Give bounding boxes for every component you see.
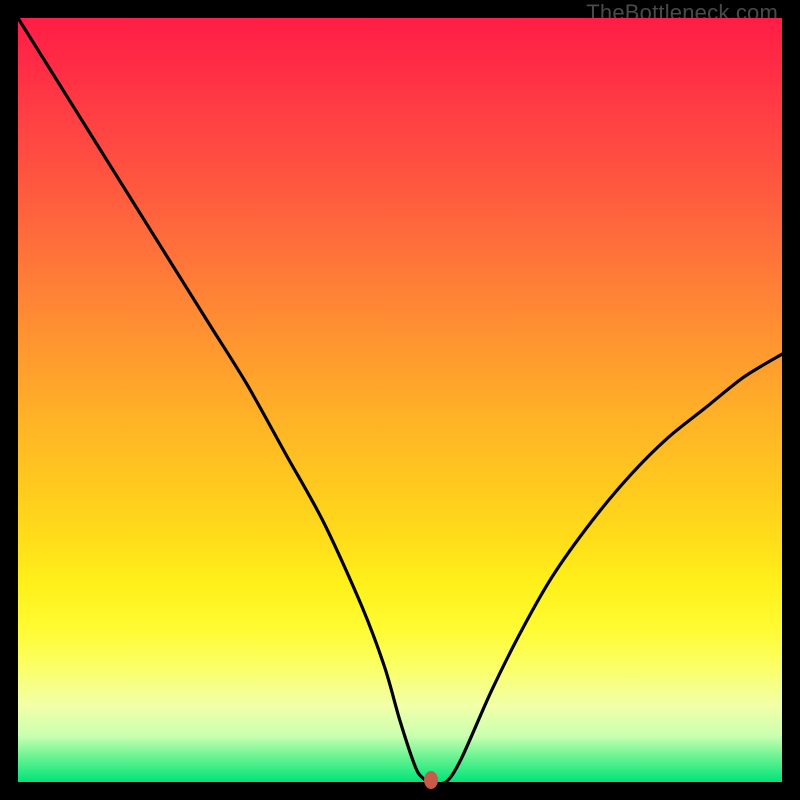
bottleneck-curve — [18, 18, 782, 782]
plot-area — [18, 18, 782, 782]
curve-path — [18, 18, 782, 784]
optimum-marker — [424, 771, 438, 789]
chart-frame: TheBottleneck.com — [0, 0, 800, 800]
